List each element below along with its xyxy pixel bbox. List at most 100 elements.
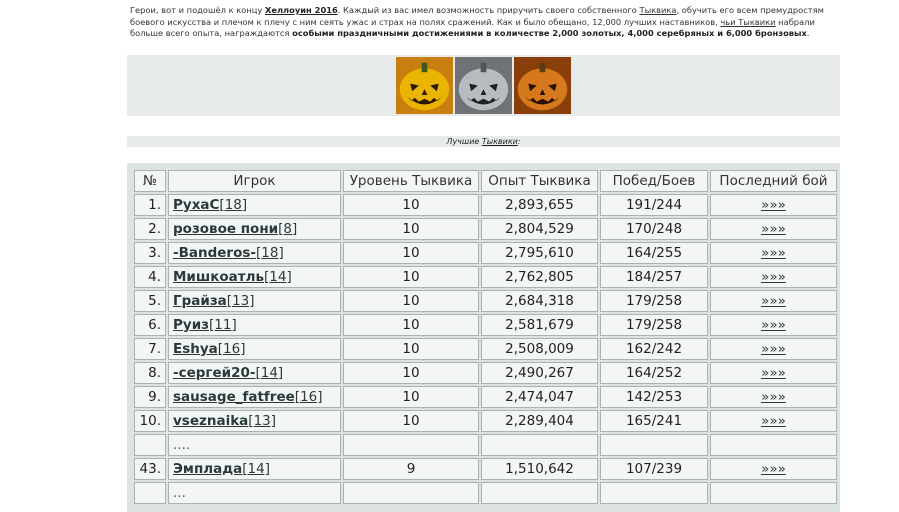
player-level[interactable]: [8]	[278, 221, 297, 237]
table-row: 2. розовое пони[8] 10 2,804,529 170/248»»»	[134, 218, 837, 240]
wins-battles: 184/257	[600, 266, 708, 288]
pet-level: 10	[343, 266, 479, 288]
empty-cell	[600, 434, 708, 456]
table-row: 10. vseznaika[13] 10 2,289,404 165/241»»»	[134, 410, 837, 432]
player-name-link[interactable]: розовое пони	[173, 221, 278, 237]
player-level[interactable]: [16]	[295, 389, 323, 405]
player-name-link[interactable]: -сергей20-	[173, 365, 255, 381]
gold-pumpkin-icon	[396, 57, 453, 114]
leaderboard-table: № Игрок Уровень Тыквика Опыт Тыквика Поб…	[132, 168, 839, 506]
table-row: 4. Мишкоатль[14] 10 2,762,805 184/257»»»	[134, 266, 837, 288]
player-name-link[interactable]: Мишкоатль	[173, 269, 264, 285]
row-number: 7.	[134, 338, 166, 360]
pet-level: 10	[343, 242, 479, 264]
table-row: 6. Руиз[11] 10 2,581,679 179/258»»»	[134, 314, 837, 336]
last-battle-link[interactable]: »»»	[710, 362, 837, 384]
leaderboard-heading: Лучшие Тыквики:	[127, 136, 840, 147]
last-battle-link[interactable]: »»»	[710, 386, 837, 408]
last-battle-link[interactable]: »»»	[710, 290, 837, 312]
wins-battles: 164/252	[600, 362, 708, 384]
wins-battles: 179/258	[600, 314, 708, 336]
last-battle-link[interactable]: »»»	[710, 266, 837, 288]
empty-cell	[481, 482, 598, 504]
player-cell: Грайза[13]	[168, 290, 341, 312]
row-number: 8.	[134, 362, 166, 384]
last-battle-link[interactable]: »»»	[710, 194, 837, 216]
table-row: 3. -Banderos-[18] 10 2,795,610 164/255»»»	[134, 242, 837, 264]
player-level[interactable]: [14]	[255, 365, 283, 381]
last-battle-link[interactable]: »»»	[710, 314, 837, 336]
ellipsis-row: ....	[134, 434, 837, 456]
pet-exp: 1,510,642	[481, 458, 598, 480]
pet-exp: 2,804,529	[481, 218, 598, 240]
pet-level: 10	[343, 290, 479, 312]
wins-battles: 191/244	[600, 194, 708, 216]
pumpkin-banner	[127, 55, 840, 116]
pet-exp: 2,684,318	[481, 290, 598, 312]
row-number: 10.	[134, 410, 166, 432]
pet-link[interactable]: Тыквика	[640, 5, 677, 15]
header-pet-exp: Опыт Тыквика	[481, 170, 598, 192]
empty-cell	[134, 482, 166, 504]
player-cell: розовое пони[8]	[168, 218, 341, 240]
intro-text: Герои, вот и подошёл к концу Хеллоуин 20…	[130, 5, 842, 40]
table-row-own: 43. Эмплада[14] 9 1,510,642 107/239»»»	[134, 458, 837, 480]
player-name-link[interactable]: sausage_fatfree	[173, 389, 295, 405]
last-battle-link[interactable]: »»»	[710, 242, 837, 264]
table-row: 8. -сергей20-[14] 10 2,490,267 164/252»»»	[134, 362, 837, 384]
wins-battles: 179/258	[600, 290, 708, 312]
pet-level: 10	[343, 218, 479, 240]
table-row: 9. sausage_fatfree[16] 10 2,474,047 142/253»…	[134, 386, 837, 408]
last-battle-link[interactable]: »»»	[710, 410, 837, 432]
event-link[interactable]: Хеллоуин 2016	[265, 5, 338, 15]
row-number: 3.	[134, 242, 166, 264]
wins-battles: 142/253	[600, 386, 708, 408]
pet-level: 9	[343, 458, 479, 480]
player-name-link[interactable]: Eshya	[173, 341, 218, 357]
row-number: 2.	[134, 218, 166, 240]
player-level[interactable]: [18]	[256, 245, 284, 261]
player-name-link[interactable]: Руиз	[173, 317, 209, 333]
player-cell: РухаС[18]	[168, 194, 341, 216]
table-header-row: № Игрок Уровень Тыквика Опыт Тыквика Поб…	[134, 170, 837, 192]
pet-level: 10	[343, 194, 479, 216]
player-level[interactable]: [13]	[227, 293, 255, 309]
player-cell: Руиз[11]	[168, 314, 341, 336]
player-cell: -сергей20-[14]	[168, 362, 341, 384]
player-level[interactable]: [11]	[209, 317, 237, 333]
heading-pet-link[interactable]: Тыквики	[482, 137, 518, 146]
row-number: 9.	[134, 386, 166, 408]
empty-cell	[481, 434, 598, 456]
pet-exp: 2,795,610	[481, 242, 598, 264]
player-name-link[interactable]: РухаС	[173, 197, 219, 213]
player-cell: Эмплада[14]	[168, 458, 341, 480]
last-battle-link[interactable]: »»»	[710, 338, 837, 360]
table-row: 5. Грайза[13] 10 2,684,318 179/258»»»	[134, 290, 837, 312]
header-pet-level: Уровень Тыквика	[343, 170, 479, 192]
leaderboard-panel: № Игрок Уровень Тыквика Опыт Тыквика Поб…	[127, 163, 840, 512]
pet-level: 10	[343, 314, 479, 336]
pet-exp: 2,490,267	[481, 362, 598, 384]
row-number: 5.	[134, 290, 166, 312]
pet-level: 10	[343, 338, 479, 360]
wins-battles: 165/241	[600, 410, 708, 432]
player-name-link[interactable]: -Banderos-	[173, 245, 256, 261]
silver-pumpkin-icon	[455, 57, 512, 114]
player-level[interactable]: [14]	[242, 461, 270, 477]
player-level[interactable]: [14]	[264, 269, 292, 285]
player-level[interactable]: [18]	[219, 197, 247, 213]
empty-cell	[134, 434, 166, 456]
empty-cell	[343, 434, 479, 456]
ellipsis-cell: ...	[168, 482, 341, 504]
pet-exp: 2,893,655	[481, 194, 598, 216]
pet-link[interactable]: чьи Тыквики	[720, 17, 775, 27]
header-last-battle: Последний бой	[710, 170, 837, 192]
last-battle-link[interactable]: »»»	[710, 458, 837, 480]
player-level[interactable]: [16]	[218, 341, 246, 357]
player-level[interactable]: [13]	[248, 413, 276, 429]
empty-cell	[600, 482, 708, 504]
player-name-link[interactable]: Эмплада	[173, 461, 242, 477]
last-battle-link[interactable]: »»»	[710, 218, 837, 240]
player-name-link[interactable]: Грайза	[173, 293, 227, 309]
player-name-link[interactable]: vseznaika	[173, 413, 248, 429]
